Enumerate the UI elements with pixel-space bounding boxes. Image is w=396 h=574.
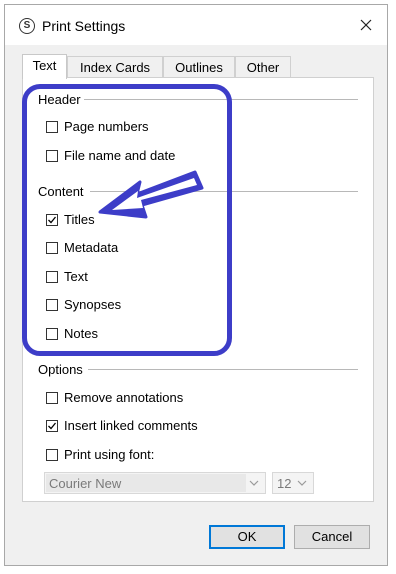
pointer-arrow-icon [98, 170, 204, 219]
tab-text[interactable]: Text [22, 54, 67, 79]
